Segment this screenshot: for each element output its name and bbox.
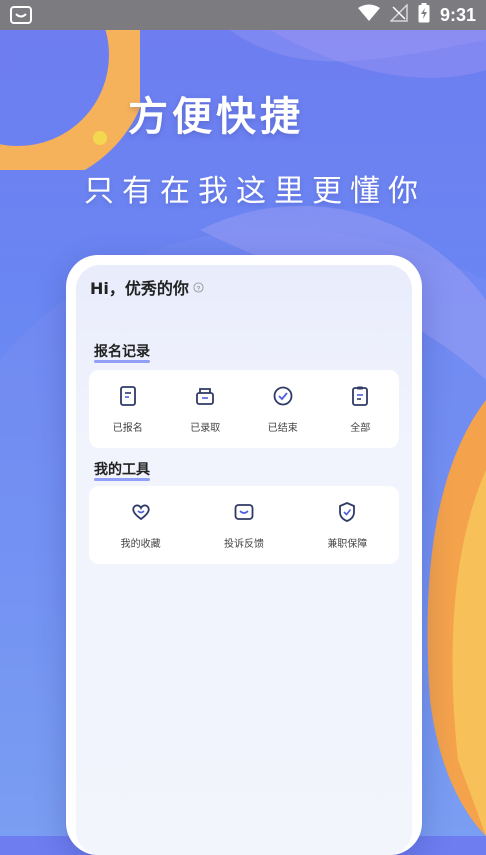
signup-item-label: 全部: [350, 422, 371, 434]
tool-item-label: 兼职保障: [327, 538, 368, 550]
feedback-icon: [233, 501, 255, 527]
title-underline: [94, 478, 150, 481]
signup-item-label: 已报名: [112, 422, 143, 434]
signup-doc-icon: [117, 385, 139, 411]
signup-item-registered[interactable]: 已报名: [89, 370, 167, 448]
tools-card: 我的收藏 投诉反馈 兼职保障: [89, 486, 399, 564]
shield-check-icon: [336, 501, 358, 527]
tool-item-label: 投诉反馈: [223, 538, 264, 550]
status-icons: 9:31: [357, 3, 476, 27]
status-time: 9:31: [439, 4, 476, 25]
tool-item-label: 我的收藏: [120, 538, 161, 550]
admitted-box-icon: [194, 385, 216, 411]
check-circle-icon: [272, 385, 294, 411]
greeting: Hi，优秀的你 ?: [90, 275, 204, 299]
no-signal-icon: [389, 3, 408, 26]
svg-text:?: ?: [196, 285, 200, 292]
phone-screen: Hi，优秀的你 ? 报名记录 已报名 已录取 已结束 全部 我的工具 我的收藏 …: [76, 265, 412, 855]
wifi-icon: [357, 4, 380, 26]
signup-item-all[interactable]: 全部: [322, 370, 400, 448]
signup-item-admitted[interactable]: 已录取: [167, 370, 245, 448]
status-bar: 9:31: [0, 0, 486, 30]
signup-section-title: 报名记录: [94, 341, 150, 363]
phone-mockup: Hi，优秀的你 ? 报名记录 已报名 已录取 已结束 全部 我的工具 我的收藏 …: [66, 255, 422, 855]
tool-item-feedback[interactable]: 投诉反馈: [192, 486, 295, 564]
signup-item-label: 已结束: [267, 422, 298, 434]
clipboard-icon: [349, 385, 371, 411]
app-notification-icon: [10, 5, 32, 25]
signup-item-finished[interactable]: 已结束: [244, 370, 322, 448]
tool-item-favorites[interactable]: 我的收藏: [89, 486, 192, 564]
title-underline: [94, 360, 150, 363]
tools-section-title: 我的工具: [94, 459, 150, 481]
tool-item-protection[interactable]: 兼职保障: [296, 486, 399, 564]
info-icon[interactable]: ?: [193, 278, 204, 297]
greeting-text: Hi，优秀的你: [90, 279, 189, 298]
hero-title: 方便快捷: [128, 94, 304, 140]
signup-item-label: 已录取: [190, 422, 221, 434]
hero-subtitle: 只有在我这里更懂你: [84, 174, 426, 209]
signup-section-title-text: 报名记录: [94, 344, 150, 360]
heart-icon: [130, 501, 152, 527]
tools-section-title-text: 我的工具: [94, 462, 150, 478]
signup-card: 已报名 已录取 已结束 全部: [89, 370, 399, 448]
battery-charging-icon: [418, 3, 430, 27]
